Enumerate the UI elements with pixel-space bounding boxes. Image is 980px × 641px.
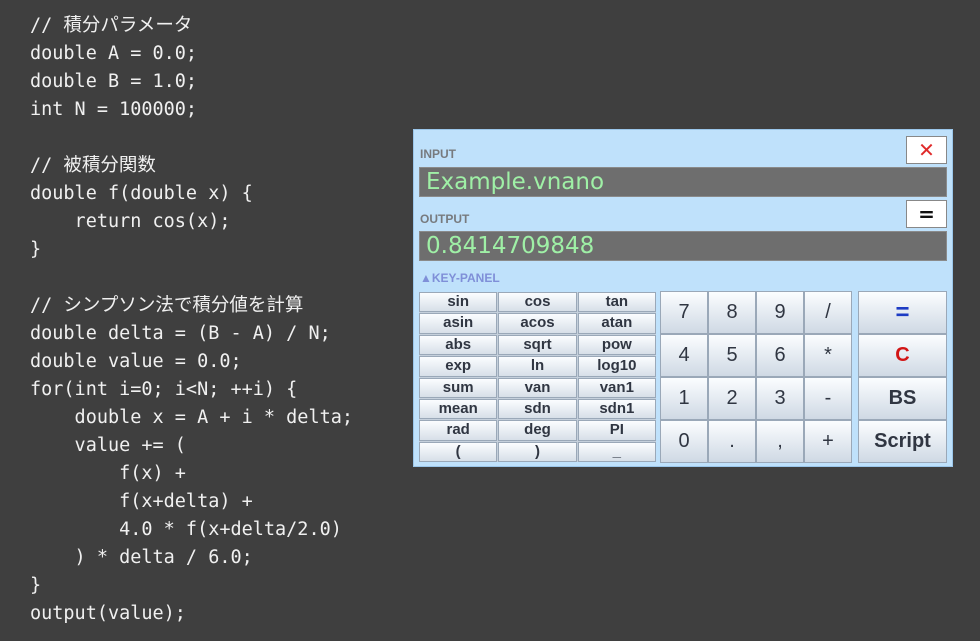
function-key-acos[interactable]: acos — [498, 313, 577, 334]
key-plus[interactable]: + — [804, 420, 852, 463]
action-keypad: = C BS Script — [858, 291, 947, 463]
code-line: double B = 1.0; — [30, 71, 198, 92]
equals-key[interactable]: = — [858, 291, 947, 334]
function-key-ln[interactable]: ln — [498, 356, 577, 377]
code-line: } — [30, 575, 42, 596]
code-editor-text: // 積分パラメータ double A = 0.0; double B = 1.0;… — [30, 12, 353, 628]
output-label: OUTPUT — [420, 212, 470, 226]
code-line: output(value); — [30, 603, 186, 624]
function-key-exp[interactable]: exp — [419, 356, 498, 377]
function-key-asin[interactable]: asin — [419, 313, 498, 334]
key-1[interactable]: 1 — [660, 377, 708, 420]
function-key-cos[interactable]: cos — [498, 292, 577, 313]
key-3[interactable]: 3 — [756, 377, 804, 420]
key-dot[interactable]: . — [708, 420, 756, 463]
output-field[interactable]: 0.8414709848 — [419, 231, 947, 261]
function-key-van1[interactable]: van1 — [577, 377, 656, 398]
function-key-underscore[interactable]: _ — [577, 441, 656, 462]
function-key-lparen[interactable]: ( — [419, 441, 498, 462]
function-key-sqrt[interactable]: sqrt — [498, 334, 577, 356]
function-key-tan[interactable]: tan — [577, 292, 656, 313]
function-key-log10[interactable]: log10 — [577, 356, 656, 377]
function-key-sum[interactable]: sum — [419, 377, 498, 398]
code-line: return cos(x); — [30, 211, 231, 232]
code-line: int N = 100000; — [30, 99, 198, 120]
code-line: f(x) + — [30, 463, 186, 484]
function-key-sdn1[interactable]: sdn1 — [577, 398, 656, 420]
key-4[interactable]: 4 — [660, 334, 708, 377]
code-line: ) * delta / 6.0; — [30, 547, 253, 568]
code-line: for(int i=0; i<N; ++i) { — [30, 379, 298, 400]
calculator-window: INPUT ✕ Example.vnano OUTPUT = 0.8414709… — [413, 129, 953, 467]
code-line: } — [30, 239, 42, 260]
function-key-abs[interactable]: abs — [419, 334, 498, 356]
close-button[interactable]: ✕ — [906, 136, 947, 164]
code-line: 4.0 * f(x+delta/2.0) — [30, 519, 342, 540]
key-comma[interactable]: , — [756, 420, 804, 463]
code-line: double value = 0.0; — [30, 351, 242, 372]
number-keypad: 7 8 9/ 4 5 6 * 1 2 3- 0., + — [660, 291, 852, 463]
backspace-key[interactable]: BS — [858, 377, 947, 420]
script-key[interactable]: Script — [858, 420, 947, 463]
function-key-sdn[interactable]: sdn — [498, 398, 577, 420]
key-7[interactable]: 7 — [660, 291, 708, 334]
key-5[interactable]: 5 — [708, 334, 756, 377]
function-key-mean[interactable]: mean — [419, 398, 498, 420]
key-2[interactable]: 2 — [708, 377, 756, 420]
code-line: // 被積分関数 — [30, 155, 156, 176]
code-line: double delta = (B - A) / N; — [30, 323, 331, 344]
calculate-button[interactable]: = — [906, 200, 947, 228]
clear-key[interactable]: C — [858, 334, 947, 377]
key-0[interactable]: 0 — [660, 420, 708, 463]
function-key-pow[interactable]: pow — [577, 334, 656, 356]
key-multiply[interactable]: * — [804, 334, 852, 377]
function-key-PI[interactable]: PI — [577, 420, 656, 441]
function-key-sin[interactable]: sin — [419, 292, 498, 313]
code-line: double f(double x) { — [30, 183, 253, 204]
key-9[interactable]: 9 — [756, 291, 804, 334]
code-line: double A = 0.0; — [30, 43, 198, 64]
function-key-van[interactable]: van — [498, 377, 577, 398]
key-panel-toggle[interactable]: ▲KEY-PANEL — [420, 271, 500, 285]
key-8[interactable]: 8 — [708, 291, 756, 334]
key-divide[interactable]: / — [804, 291, 852, 334]
function-key-rad[interactable]: rad — [419, 420, 498, 441]
code-line: value += ( — [30, 435, 186, 456]
input-label: INPUT — [420, 147, 456, 161]
input-field[interactable]: Example.vnano — [419, 167, 947, 197]
code-line: f(x+delta) + — [30, 491, 253, 512]
function-keypad: sin cos tan asin acos atan abs sqrt pow exp ln log1… — [419, 292, 656, 462]
key-6[interactable]: 6 — [756, 334, 804, 377]
function-key-atan[interactable]: atan — [577, 313, 656, 334]
code-line: // 積分パラメータ — [30, 15, 193, 36]
code-line: double x = A + i * delta; — [30, 407, 354, 428]
function-key-deg[interactable]: deg — [498, 420, 577, 441]
key-minus[interactable]: - — [804, 377, 852, 420]
function-key-rparen[interactable]: ) — [498, 441, 577, 462]
code-line: // シンプソン法で積分値を計算 — [30, 295, 304, 316]
